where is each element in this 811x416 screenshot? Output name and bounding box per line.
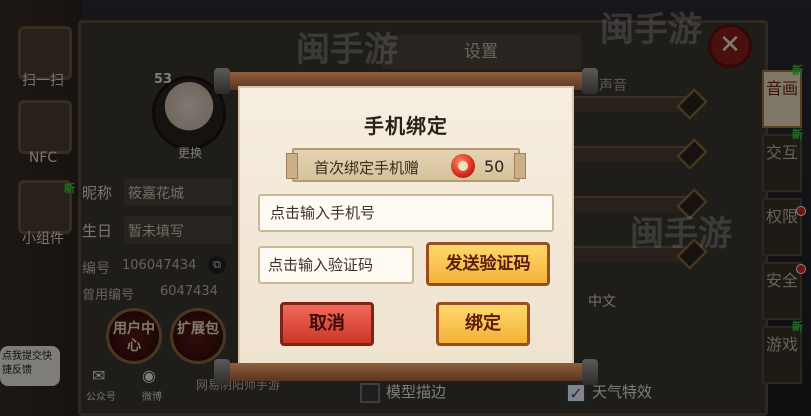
scroll-cap <box>214 359 230 385</box>
cancel-button[interactable]: 取消 <box>280 302 374 346</box>
scroll-rod-bottom <box>222 363 590 381</box>
verification-code-input[interactable] <box>258 246 414 284</box>
red-jade-icon <box>451 154 475 178</box>
send-code-button[interactable]: 发送验证码 <box>426 242 550 286</box>
bind-button[interactable]: 绑定 <box>436 302 530 346</box>
scroll-cap <box>582 68 598 94</box>
reward-text: 首次绑定手机赠 <box>314 159 420 177</box>
reward-amount: 50 <box>484 157 505 176</box>
phone-number-input[interactable] <box>258 194 554 232</box>
reward-banner: 首次绑定手机赠 50 <box>286 148 526 182</box>
phone-binding-dialog: 手机绑定 首次绑定手机赠 50 发送验证码 取消 绑定 <box>238 86 574 368</box>
scroll-cap <box>214 68 230 94</box>
dialog-title: 手机绑定 <box>364 114 448 138</box>
scroll-cap <box>582 359 598 385</box>
